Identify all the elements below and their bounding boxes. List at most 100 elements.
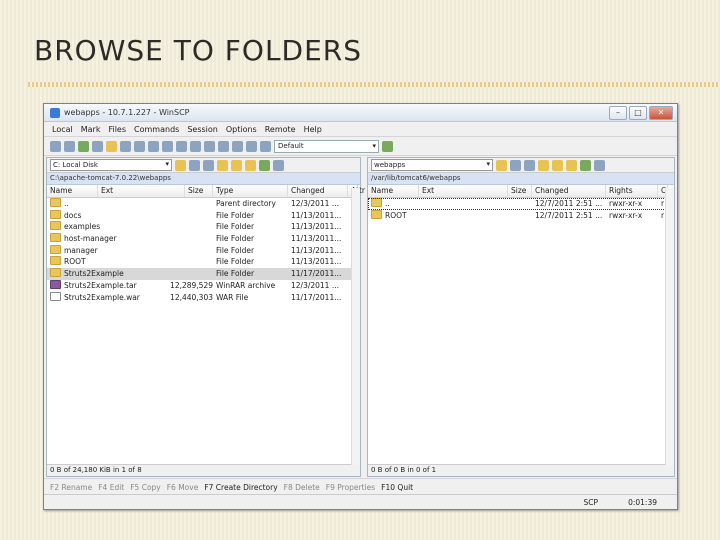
home-dir-icon[interactable] (245, 159, 256, 171)
split-icon[interactable] (232, 140, 243, 152)
panes-icon[interactable] (218, 140, 229, 152)
parent-dir-icon (371, 198, 382, 207)
table-row[interactable]: docs File Folder 11/13/2011... (47, 209, 360, 222)
table-row[interactable]: manager File Folder 11/13/2011... (47, 244, 360, 257)
file-name: .. (47, 198, 165, 210)
table-row-selected[interactable]: Struts2Example File Folder 11/17/2011... (47, 268, 360, 280)
col-name[interactable]: Name (47, 185, 98, 197)
winscp-window: webapps - 10.7.1.227 - WinSCP – □ ✕ Loca… (43, 103, 678, 510)
layout-icon[interactable] (190, 140, 201, 152)
table-row[interactable]: examples File Folder 11/13/2011... (47, 221, 360, 233)
compare-icon[interactable] (92, 140, 103, 152)
back-icon[interactable] (510, 159, 521, 171)
remote-panel: webapps /var/lib/tomcat6/webapps Name Ex… (367, 157, 675, 477)
col-ext[interactable]: Ext (98, 185, 185, 197)
f7-create-directory-button[interactable]: F7 Create Directory (204, 483, 277, 492)
close-button[interactable]: ✕ (649, 106, 673, 120)
file-type: File Folder (216, 210, 255, 220)
synchronize-icon[interactable] (64, 140, 75, 152)
root-dir-icon[interactable] (552, 159, 563, 171)
refresh-icon[interactable] (259, 159, 270, 171)
col-type[interactable]: Type (213, 185, 288, 197)
protocol-label: SCP (583, 497, 599, 507)
menu-files[interactable]: Files (104, 125, 130, 134)
col-changed[interactable]: Changed (532, 185, 606, 197)
col-size[interactable]: Size (185, 185, 213, 197)
file-name: ROOT (368, 209, 508, 222)
file-name: Struts2Example (47, 268, 165, 280)
folder-icon (50, 233, 61, 243)
minimize-button[interactable]: – (609, 106, 627, 120)
remote-dir-select[interactable]: webapps (371, 159, 493, 171)
forward-icon[interactable] (524, 159, 535, 171)
console-icon[interactable] (120, 140, 131, 152)
open-folder-icon[interactable] (175, 159, 186, 171)
home-dir-icon[interactable] (566, 159, 577, 171)
back-icon[interactable] (189, 159, 200, 171)
parent-dir-icon (50, 198, 61, 207)
merge-icon[interactable] (246, 140, 257, 152)
refresh-icon[interactable] (580, 159, 591, 171)
table-row[interactable]: ROOT File Folder 11/13/2011... (47, 256, 360, 268)
options-icon[interactable] (260, 140, 271, 152)
forward-icon[interactable] (203, 159, 214, 171)
filter-icon[interactable] (594, 159, 605, 171)
menu-session[interactable]: Session (183, 125, 222, 134)
open-folder-icon[interactable] (496, 159, 507, 171)
f10-quit-button[interactable]: F10 Quit (381, 483, 413, 492)
title-bar[interactable]: webapps - 10.7.1.227 - WinSCP – □ ✕ (44, 104, 677, 122)
f9-properties-button[interactable]: F9 Properties (326, 483, 375, 492)
f5-copy-button[interactable]: F5 Copy (130, 483, 161, 492)
menu-mark[interactable]: Mark (77, 125, 105, 134)
view-icon[interactable] (204, 140, 215, 152)
menu-local[interactable]: Local (48, 125, 77, 134)
filter-icon[interactable] (273, 159, 284, 171)
local-drive-select[interactable]: C: Local Disk (50, 159, 172, 171)
queue-icon[interactable] (106, 140, 117, 152)
table-row[interactable]: Struts2Example.tar 12,289,529 WinRAR arc… (47, 279, 360, 292)
root-dir-icon[interactable] (231, 159, 242, 171)
local-scrollbar[interactable] (351, 188, 360, 465)
preferences-icon[interactable] (50, 140, 61, 152)
refresh-icon[interactable] (78, 140, 89, 152)
f8-delete-button[interactable]: F8 Delete (284, 483, 320, 492)
file-name: examples (47, 221, 165, 233)
col-name[interactable]: Name (368, 185, 419, 197)
table-row[interactable]: .. Parent directory 12/3/2011 ... (47, 198, 360, 210)
file-changed: 12/7/2011 2:51 ... (535, 210, 603, 220)
f6-move-button[interactable]: F6 Move (167, 483, 199, 492)
transfer-icon[interactable] (162, 140, 173, 152)
table-row[interactable]: Struts2Example.war 12,440,303 WAR File 1… (47, 291, 360, 304)
menu-options[interactable]: Options (222, 125, 261, 134)
table-row[interactable]: .. 12/7/2011 2:51 ... rwxr-xr-x r (368, 198, 674, 210)
parent-dir-icon[interactable] (538, 159, 549, 171)
f4-edit-button[interactable]: F4 Edit (98, 483, 124, 492)
file-type: Parent directory (216, 199, 276, 208)
tools-icon[interactable] (176, 140, 187, 152)
file-changed: 11/17/2011... (291, 269, 342, 279)
remote-column-header: Name Ext Size Changed Rights O (368, 185, 674, 198)
table-row[interactable]: ROOT 12/7/2011 2:51 ... rwxr-xr-x r (368, 209, 674, 222)
remote-path[interactable]: /var/lib/tomcat6/webapps (368, 173, 674, 185)
parent-dir-icon[interactable] (217, 159, 228, 171)
col-size[interactable]: Size (508, 185, 532, 197)
remote-scrollbar[interactable] (665, 188, 674, 465)
transfer-profile-select[interactable]: Default (274, 139, 379, 153)
local-panel: C: Local Disk C:\apache-tomcat-7.0.22\we… (46, 157, 365, 477)
table-row[interactable]: host-manager File Folder 11/13/2011... (47, 233, 360, 245)
maximize-button[interactable]: □ (629, 106, 647, 120)
menu-commands[interactable]: Commands (130, 125, 183, 134)
file-size (165, 268, 213, 280)
settings-icon[interactable] (148, 140, 159, 152)
col-ext[interactable]: Ext (419, 185, 508, 197)
f2-rename-button[interactable]: F2 Rename (50, 483, 92, 492)
terminal-icon[interactable] (134, 140, 145, 152)
local-path[interactable]: C:\apache-tomcat-7.0.22\webapps (47, 173, 360, 185)
menu-remote[interactable]: Remote (261, 125, 300, 134)
settings-gear-icon[interactable] (382, 140, 393, 152)
col-changed[interactable]: Changed (288, 185, 348, 197)
col-rights[interactable]: Rights (606, 185, 658, 197)
title-divider (28, 82, 720, 87)
menu-help[interactable]: Help (300, 125, 326, 134)
file-name: Struts2Example.war (47, 291, 165, 304)
